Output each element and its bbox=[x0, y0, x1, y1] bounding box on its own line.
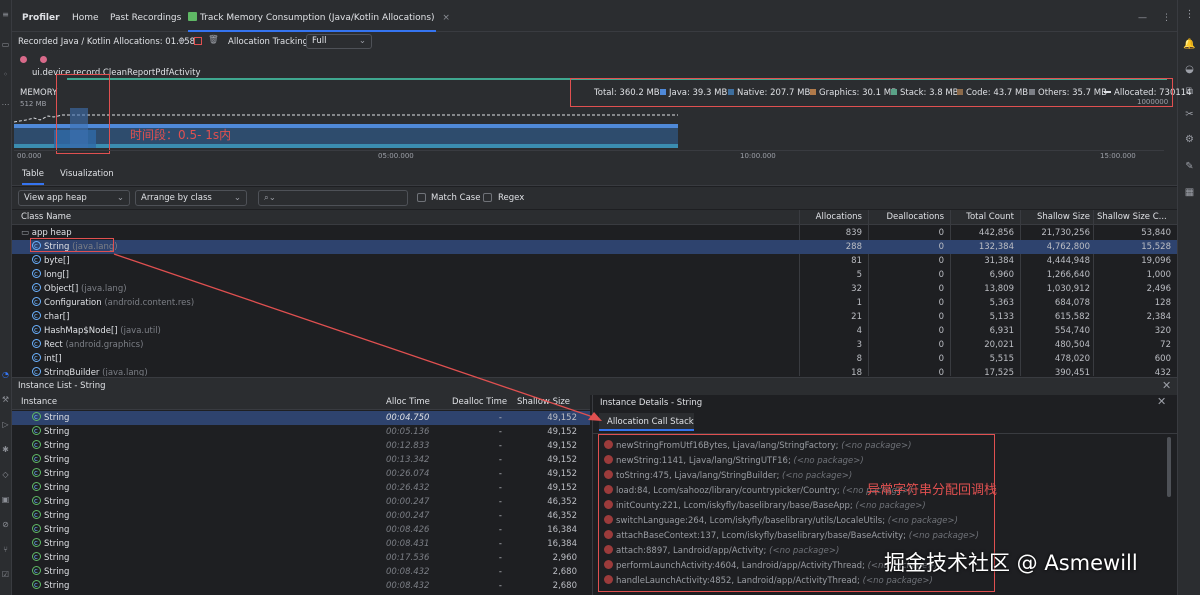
watermark: 掘金技术社区 @ Asmewill bbox=[884, 551, 1138, 575]
arrow-line bbox=[113, 253, 597, 419]
annotation-arrow bbox=[113, 253, 602, 421]
